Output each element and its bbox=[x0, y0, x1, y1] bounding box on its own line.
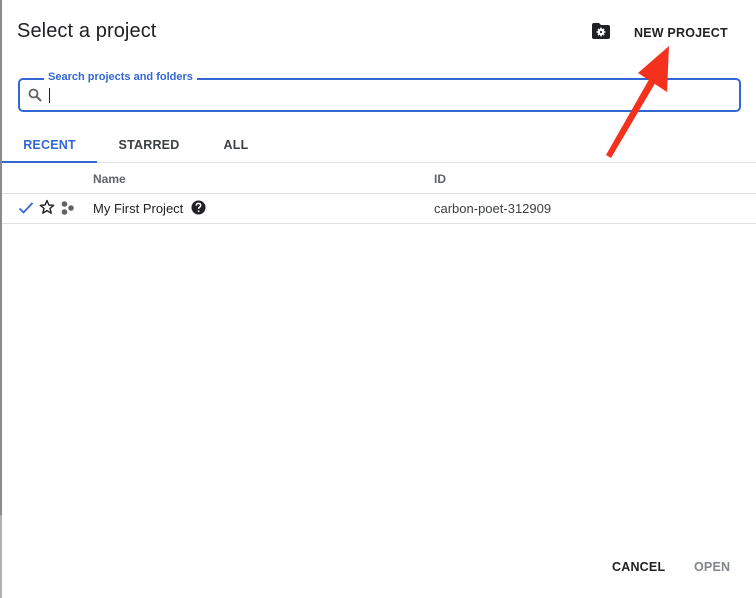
table-row[interactable]: My First Project carbon-poet-312909 bbox=[2, 194, 756, 224]
column-header-id[interactable]: ID bbox=[434, 172, 446, 186]
search-icon bbox=[28, 88, 42, 102]
project-id: carbon-poet-312909 bbox=[434, 201, 552, 216]
new-project-button[interactable]: NEW PROJECT bbox=[626, 22, 736, 44]
search-label: Search projects and folders bbox=[44, 71, 197, 83]
tab-all[interactable]: ALL bbox=[206, 130, 266, 163]
search-input[interactable] bbox=[48, 85, 728, 105]
tab-bar: RECENT STARRED ALL bbox=[2, 130, 756, 163]
check-icon bbox=[18, 201, 34, 215]
folder-settings-icon[interactable] bbox=[591, 22, 611, 40]
star-icon[interactable] bbox=[39, 199, 55, 215]
text-caret bbox=[49, 88, 50, 103]
table-header: Name ID bbox=[2, 164, 756, 194]
select-project-dialog: Select a project NEW PROJECT Search proj… bbox=[2, 0, 756, 598]
dialog-title: Select a project bbox=[17, 20, 157, 42]
column-header-name[interactable]: Name bbox=[93, 172, 126, 186]
help-icon[interactable] bbox=[191, 200, 206, 215]
project-name[interactable]: My First Project bbox=[93, 201, 183, 216]
search-field[interactable]: Search projects and folders bbox=[18, 71, 741, 112]
cancel-button[interactable]: CANCEL bbox=[606, 558, 671, 576]
tab-starred[interactable]: STARRED bbox=[104, 130, 194, 163]
project-icon bbox=[60, 200, 76, 216]
tab-recent[interactable]: RECENT bbox=[2, 130, 97, 163]
open-button[interactable]: OPEN bbox=[688, 558, 736, 576]
